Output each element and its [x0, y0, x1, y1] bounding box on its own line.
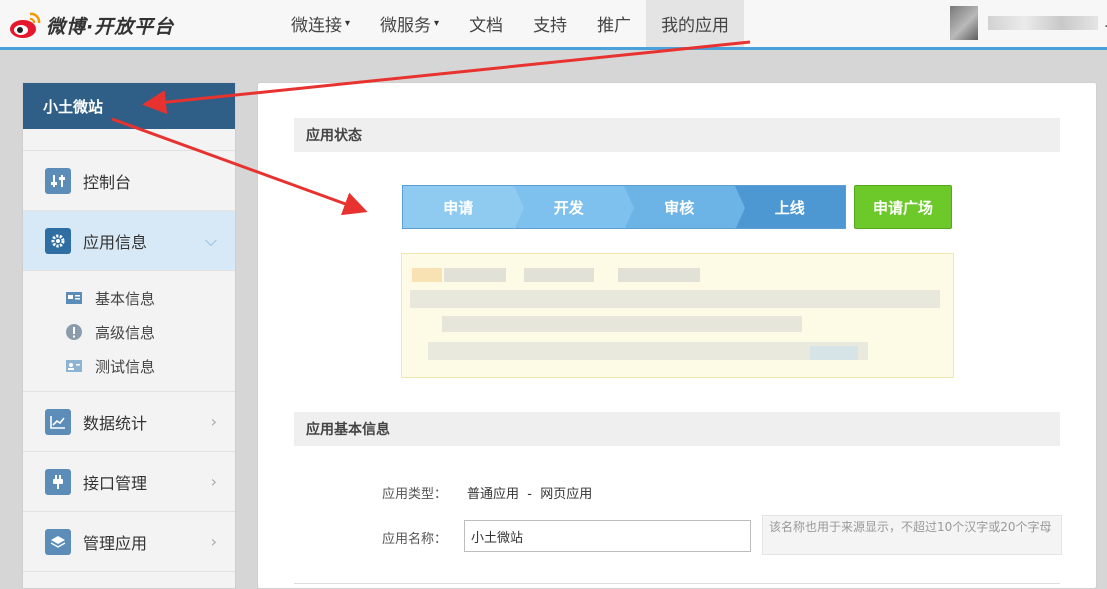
apply-plaza-button[interactable]: 申请广场: [854, 185, 952, 229]
app-name-label: 应用名称：: [382, 532, 448, 547]
chart-icon: [45, 408, 71, 435]
plug-icon: [45, 468, 71, 495]
step-apply: 申请: [403, 186, 523, 230]
nav-label: 微服务: [380, 16, 432, 36]
submenu-item-advanced-info[interactable]: 高级信息: [65, 315, 235, 349]
section-title-basic-info: 应用基本信息: [294, 412, 1060, 446]
sidebar-item-label: 数据统计: [83, 413, 148, 433]
top-nav-bar: 微博·开放平台 微连接 ▾ 微服务 ▾ 文档 支持 推广 我的应用 .: [0, 0, 1107, 50]
step-review: 审核: [624, 186, 744, 230]
user-menu[interactable]: .: [950, 6, 1107, 40]
sliders-icon: [45, 167, 71, 194]
brand-name: 微博·开放平台: [46, 15, 175, 38]
app-name-hint: 该名称也用于来源显示，不超过10个汉字或20个字母: [762, 515, 1062, 555]
sidebar-item-label: 接口管理: [83, 473, 148, 493]
status-steps: 申请 开发 审核 上线: [402, 185, 846, 230]
weibo-eye-icon: [8, 10, 42, 40]
nav-promote[interactable]: 推广: [582, 0, 646, 47]
chevron-right-icon: ›: [210, 532, 217, 551]
sidebar-item-app-info[interactable]: 应用信息 ⌵: [23, 211, 235, 271]
app-info-submenu: 基本信息 高级信息 测试信息: [23, 271, 235, 392]
app-type-value: 普通应用 - 网页应用: [467, 487, 593, 502]
main-nav: 微连接 ▾ 微服务 ▾ 文档 支持 推广 我的应用: [276, 0, 745, 47]
sidebar-item-label: 控制台: [83, 172, 132, 192]
nav-label: 支持: [533, 16, 568, 36]
caret-down-icon: ▾: [434, 18, 440, 29]
submenu-item-label: 基本信息: [95, 289, 156, 308]
sidebar-item-console[interactable]: 控制台: [23, 151, 235, 211]
submenu-item-test-info[interactable]: 测试信息: [65, 349, 235, 383]
card-icon: [65, 291, 83, 305]
status-notice-blurred: [401, 253, 954, 378]
user-name-blurred: [988, 16, 1098, 30]
nav-docs[interactable]: 文档: [454, 0, 518, 47]
app-name-input[interactable]: [464, 520, 751, 552]
step-develop: 开发: [513, 186, 634, 230]
weibo-logo[interactable]: 微博·开放平台: [8, 8, 174, 42]
nav-weilianjie[interactable]: 微连接 ▾: [276, 0, 365, 47]
caret-down-icon: ▾: [345, 18, 351, 29]
chevron-right-icon: ›: [210, 412, 217, 431]
section-title-app-status: 应用状态: [294, 118, 1060, 152]
sidebar-item-label: 管理应用: [83, 533, 148, 553]
gear-icon: [45, 227, 71, 254]
nav-label: 文档: [469, 16, 504, 36]
sidebar-item-manage-app[interactable]: 管理应用 ›: [23, 512, 235, 572]
submenu-item-label: 测试信息: [95, 357, 156, 376]
sidebar-app-name[interactable]: 小土微站: [23, 83, 235, 129]
sidebar-divider: [23, 129, 235, 151]
info-icon: [65, 324, 83, 340]
avatar[interactable]: [950, 6, 978, 40]
chevron-down-icon: ⌵: [204, 230, 217, 250]
sidebar: 小土微站 控制台 应用信息 ⌵ 基本信息 高级信息 测试信息 数据统计 › 接口…: [22, 82, 236, 589]
nav-label: 推广: [597, 16, 632, 36]
nav-weifuwu[interactable]: 微服务 ▾: [365, 0, 454, 47]
app-type-label: 应用类型：: [382, 487, 448, 502]
form-divider: [294, 583, 1060, 584]
nav-support[interactable]: 支持: [518, 0, 582, 47]
main-panel: 应用状态 申请 开发 审核 上线 申请广场 应用基本信息 应用类型： 普通应用 …: [257, 82, 1097, 589]
sidebar-item-api[interactable]: 接口管理 ›: [23, 452, 235, 512]
submenu-item-basic-info[interactable]: 基本信息: [65, 281, 235, 315]
id-icon: [65, 359, 83, 373]
chevron-right-icon: ›: [210, 472, 217, 491]
sidebar-item-label: 应用信息: [83, 232, 148, 252]
nav-label: 我的应用: [661, 16, 730, 36]
nav-my-apps[interactable]: 我的应用: [646, 0, 745, 47]
step-online: 上线: [734, 186, 845, 228]
nav-label: 微连接: [291, 16, 342, 36]
sidebar-item-statistics[interactable]: 数据统计 ›: [23, 392, 235, 452]
layers-icon: [45, 528, 71, 555]
submenu-item-label: 高级信息: [95, 323, 156, 342]
